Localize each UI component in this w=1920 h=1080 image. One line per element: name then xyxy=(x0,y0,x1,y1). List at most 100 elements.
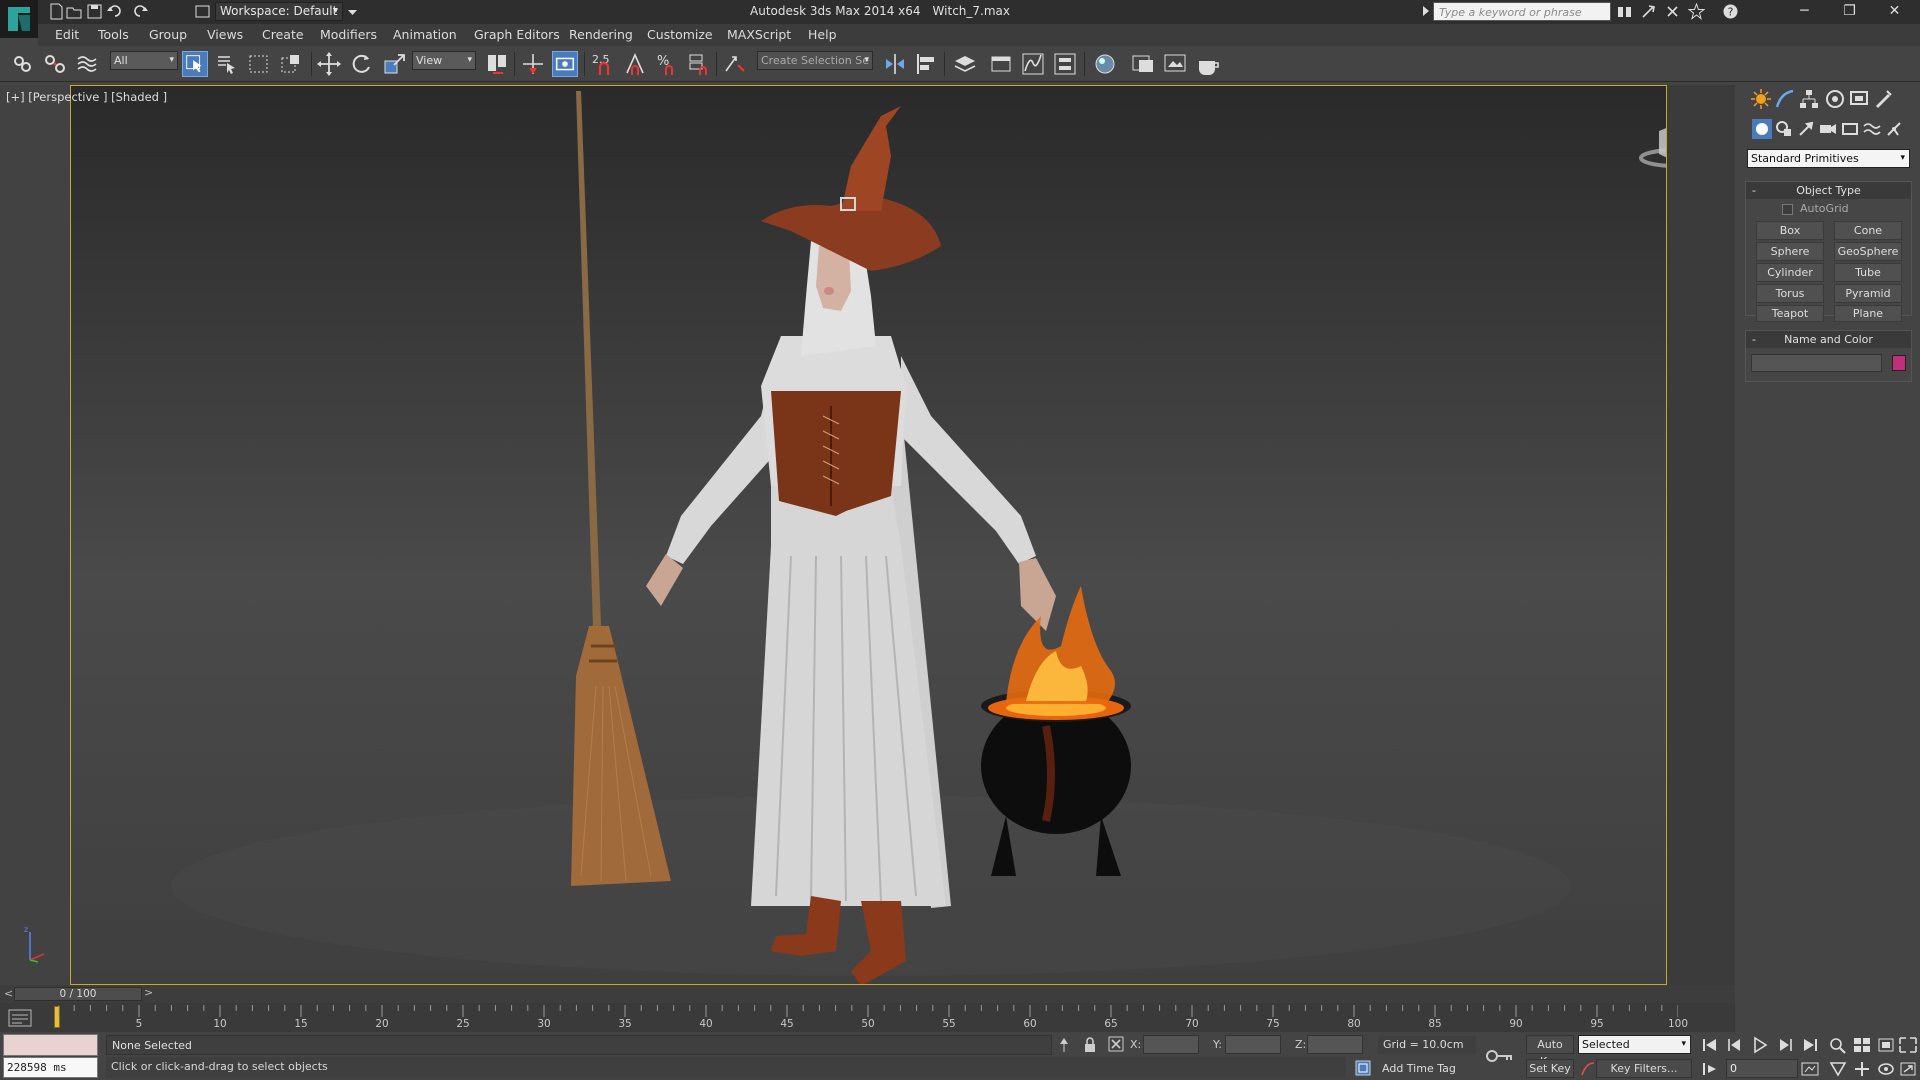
display-tab-icon[interactable] xyxy=(1848,88,1870,110)
maxscript-listener-output[interactable]: 228598 ms xyxy=(3,1057,98,1078)
pan-view-icon[interactable] xyxy=(1852,1060,1872,1078)
menu-views[interactable]: Views xyxy=(207,27,243,42)
close-button[interactable]: ✕ xyxy=(1872,0,1917,24)
menu-tools[interactable]: Tools xyxy=(98,27,129,42)
key-mode-selection-dropdown[interactable]: Selected ▾ xyxy=(1578,1035,1691,1054)
select-and-move-icon[interactable] xyxy=(316,51,342,77)
select-and-scale-icon[interactable] xyxy=(382,51,408,77)
key-filters-button[interactable]: Key Filters... xyxy=(1596,1059,1692,1078)
snaps-toggle-icon[interactable]: 2.5 xyxy=(590,51,616,77)
render-setup-icon[interactable] xyxy=(1130,51,1156,77)
default-in-out-tangents-icon[interactable] xyxy=(1580,1061,1596,1077)
menu-animation[interactable]: Animation xyxy=(393,27,457,42)
time-configuration-icon[interactable] xyxy=(1800,1060,1820,1078)
menu-edit[interactable]: Edit xyxy=(55,27,79,42)
absolute-mode-transform-icon[interactable] xyxy=(1108,1036,1124,1052)
previous-frame-icon[interactable] xyxy=(1725,1036,1745,1054)
binoculars-icon[interactable] xyxy=(1616,3,1633,20)
systems-category-icon[interactable] xyxy=(1884,119,1904,139)
keyboard-shortcut-override-icon[interactable] xyxy=(552,51,578,77)
lights-category-icon[interactable] xyxy=(1796,119,1816,139)
pyramid-button[interactable]: Pyramid xyxy=(1834,284,1902,303)
x-coordinate-field[interactable] xyxy=(1143,1035,1199,1054)
menu-rendering[interactable]: Rendering xyxy=(569,27,633,42)
graphite-modeling-tools-icon[interactable] xyxy=(988,51,1014,77)
menu-group[interactable]: Group xyxy=(149,27,187,42)
time-slider[interactable]: < 0 / 100 > xyxy=(0,985,1735,1003)
utilities-tab-icon[interactable] xyxy=(1872,88,1894,110)
select-object-icon[interactable] xyxy=(182,51,208,77)
zoom-icon[interactable] xyxy=(1828,1036,1848,1054)
add-time-tag-button[interactable]: Add Time Tag xyxy=(1382,1062,1456,1075)
cameras-category-icon[interactable] xyxy=(1818,119,1838,139)
cone-button[interactable]: Cone xyxy=(1834,221,1902,240)
object-name-field[interactable] xyxy=(1751,354,1882,372)
time-slider-next-button[interactable]: > xyxy=(144,986,153,999)
set-keys-icon[interactable] xyxy=(1486,1048,1514,1064)
rectangular-selection-icon[interactable] xyxy=(246,51,272,77)
menu-customize[interactable]: Customize xyxy=(647,27,713,42)
select-and-rotate-icon[interactable] xyxy=(348,51,374,77)
tube-button[interactable]: Tube xyxy=(1834,263,1902,282)
hierarchy-tab-icon[interactable] xyxy=(1798,88,1820,110)
select-by-name-icon[interactable] xyxy=(214,51,240,77)
minimize-button[interactable]: ─ xyxy=(1782,0,1827,24)
communication-center-icon[interactable] xyxy=(1664,3,1681,20)
orbit-icon[interactable] xyxy=(1876,1060,1896,1078)
zoom-all-icon[interactable] xyxy=(1852,1036,1872,1054)
time-tag-icon[interactable] xyxy=(1355,1060,1371,1076)
curve-editor-icon[interactable] xyxy=(1020,51,1046,77)
current-frame-field[interactable]: 0 xyxy=(1726,1059,1798,1078)
maxscript-listener-input[interactable] xyxy=(3,1034,98,1056)
menu-maxscript[interactable]: MAXScript xyxy=(727,27,791,42)
restore-button[interactable]: ❐ xyxy=(1827,0,1872,24)
go-to-start-icon[interactable] xyxy=(1700,1036,1720,1054)
geosphere-button[interactable]: GeoSphere xyxy=(1834,242,1902,261)
schematic-view-icon[interactable] xyxy=(1052,51,1078,77)
select-and-manipulate-icon[interactable] xyxy=(520,51,546,77)
use-pivot-point-center-icon[interactable] xyxy=(484,51,510,77)
menu-help[interactable]: Help xyxy=(808,27,837,42)
track-bar[interactable]: 5 10 15 20 25 30 35 40 45 50 55 60 65 70 75 80 85 90 95 100 xyxy=(0,1003,1735,1032)
object-color-swatch[interactable] xyxy=(1892,355,1906,371)
menu-graph-editors[interactable]: Graph Editors xyxy=(474,27,560,42)
bind-to-space-warp-icon[interactable] xyxy=(74,51,100,77)
object-type-rollout-header[interactable]: - Object Type xyxy=(1746,182,1911,199)
angle-snap-toggle-icon[interactable] xyxy=(622,51,648,77)
object-category-dropdown[interactable]: Standard Primitives ▾ xyxy=(1747,149,1910,168)
y-coordinate-field[interactable] xyxy=(1225,1035,1281,1054)
field-of-view-icon[interactable] xyxy=(1828,1060,1848,1078)
set-key-button[interactable]: Set Key xyxy=(1526,1059,1574,1078)
motion-tab-icon[interactable] xyxy=(1824,88,1846,110)
rendered-frame-window-icon[interactable] xyxy=(1162,51,1188,77)
autogrid-checkbox[interactable] xyxy=(1782,204,1793,215)
create-tab-icon[interactable] xyxy=(1750,88,1772,110)
selection-lock-icon[interactable] xyxy=(1083,1037,1097,1053)
mirror-icon[interactable] xyxy=(882,51,908,77)
torus-button[interactable]: Torus xyxy=(1756,284,1824,303)
layer-manager-icon[interactable] xyxy=(952,51,978,77)
time-slider-prev-button[interactable]: < xyxy=(4,987,13,1000)
perspective-viewport[interactable] xyxy=(70,85,1667,985)
align-icon[interactable] xyxy=(914,51,940,77)
helpers-category-icon[interactable] xyxy=(1840,119,1860,139)
mini-curve-editor-icon[interactable] xyxy=(8,1009,32,1027)
percent-snap-toggle-icon[interactable]: % xyxy=(654,51,680,77)
z-coordinate-field[interactable] xyxy=(1307,1035,1363,1054)
reference-coordinate-dropdown[interactable]: View ▾ xyxy=(412,51,476,70)
auto-key-button[interactable]: Auto Key xyxy=(1526,1035,1574,1068)
box-button[interactable]: Box xyxy=(1756,221,1824,240)
zoom-extents-all-icon[interactable] xyxy=(1898,1036,1918,1054)
shapes-category-icon[interactable] xyxy=(1774,119,1794,139)
edit-named-selection-sets-icon[interactable] xyxy=(722,51,748,77)
isolate-selection-icon[interactable] xyxy=(1057,1037,1071,1053)
window-crossing-icon[interactable] xyxy=(278,51,304,77)
viewport-label[interactable]: [+] [Perspective ] [Shaded ] xyxy=(6,90,167,104)
play-animation-icon[interactable] xyxy=(1750,1036,1770,1054)
named-selection-set-dropdown[interactable]: Create Selection Se ▾ xyxy=(757,51,873,70)
space-warps-category-icon[interactable] xyxy=(1862,119,1882,139)
maximize-viewport-toggle-icon[interactable] xyxy=(1898,1060,1918,1078)
key-mode-toggle-icon[interactable] xyxy=(1700,1060,1720,1078)
sphere-button[interactable]: Sphere xyxy=(1756,242,1824,261)
zoom-extents-icon[interactable] xyxy=(1876,1036,1896,1054)
